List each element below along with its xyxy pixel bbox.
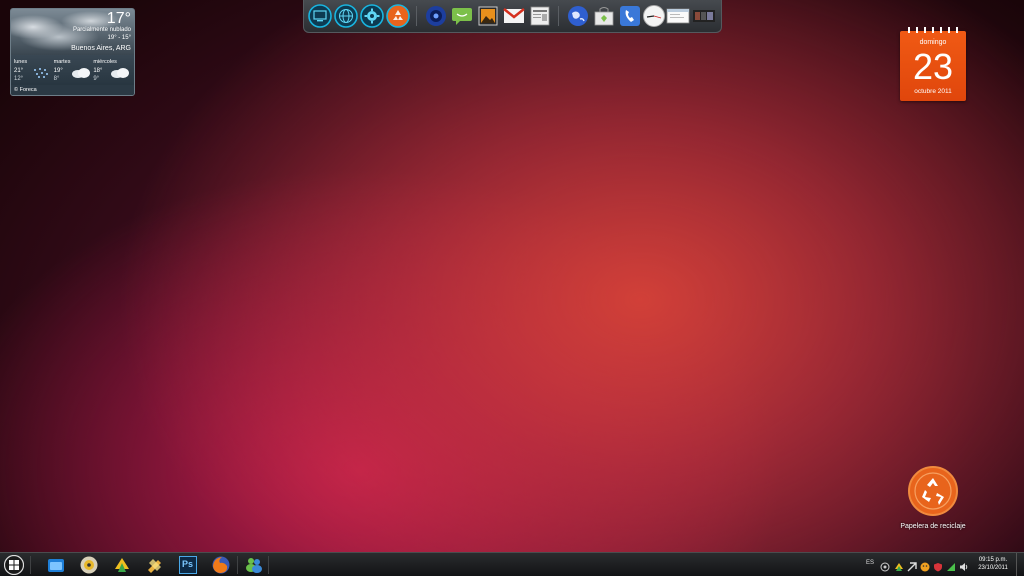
taskbar-separator	[30, 556, 31, 574]
news-icon[interactable]	[528, 4, 552, 28]
calendar-day: 23	[912, 46, 954, 87]
tray-chevron-icon[interactable]	[880, 559, 890, 572]
photos-icon[interactable]	[476, 4, 500, 28]
rain-icon	[34, 68, 48, 78]
top-dock	[303, 0, 722, 33]
forecast-day-name: miércoles	[93, 59, 117, 65]
system-clock[interactable]: 09:15 p.m. 23/10/2011	[975, 556, 1011, 572]
weather-forecast: lunes 21° 12° martes 19° 8° miércoles 18…	[14, 59, 133, 85]
recycle-bin-label: Papelera de reciclaje	[900, 523, 966, 530]
computer-icon[interactable]	[308, 4, 332, 28]
tray-shield-icon[interactable]	[933, 559, 943, 572]
forecast-day: miércoles 18° 9°	[93, 59, 133, 85]
tools-icon[interactable]	[145, 555, 165, 575]
forecast-high: 19°	[53, 68, 63, 74]
window-icon[interactable]	[666, 4, 690, 28]
taskbar-separator	[268, 556, 269, 574]
calendar-month-year: octubre 2011	[914, 88, 952, 95]
forecast-low: 9°	[93, 76, 100, 82]
weather-credit: © Foreca	[11, 85, 134, 95]
calendar-day-of-week: domingo	[919, 39, 947, 46]
weather-city: Buenos Aires, ARG	[71, 45, 131, 52]
weather-condition: Parcialmente nublado	[72, 27, 131, 33]
weather-range: 19° - 15°	[107, 35, 131, 41]
photoshop-label: Ps	[182, 559, 194, 569]
windows-logo-icon	[3, 554, 25, 576]
clock-icon[interactable]	[642, 4, 666, 28]
forecast-day: martes 19° 8°	[54, 59, 94, 85]
messenger-icon[interactable]	[244, 555, 264, 575]
forecast-day-name: lunes	[14, 59, 28, 65]
tray-network-icon[interactable]	[946, 559, 956, 571]
gmail-icon[interactable]	[502, 4, 526, 28]
start-button[interactable]	[3, 554, 25, 576]
volume-icon[interactable]	[959, 559, 969, 571]
forecast-high: 21°	[14, 68, 24, 74]
settings-icon[interactable]	[360, 4, 384, 28]
dock-separator	[558, 6, 559, 26]
browser-globe-icon[interactable]	[566, 4, 590, 28]
media-disc-icon[interactable]	[79, 555, 99, 575]
calendar-rings	[908, 27, 958, 33]
forecast-day: lunes 21° 12°	[14, 59, 54, 85]
clock-date: 23/10/2011	[978, 565, 1008, 571]
globe-icon[interactable]	[334, 4, 358, 28]
clock-time: 09:15 p.m.	[978, 557, 1008, 563]
tray-transfer-icon[interactable]	[907, 559, 917, 572]
film-icon[interactable]	[692, 4, 716, 28]
recycle-bin-shortcut[interactable]: Papelera de reciclaje	[900, 465, 966, 531]
recycle-bin-icon	[908, 466, 958, 516]
cloud-icon	[71, 68, 90, 78]
shopping-bag-icon[interactable]	[592, 4, 616, 28]
show-desktop-button[interactable]	[1016, 553, 1024, 576]
phone-icon[interactable]	[618, 4, 642, 28]
weather-gadget[interactable]: 17° Parcialmente nublado 19° - 15° Bueno…	[10, 8, 135, 96]
weather-temperature: 17°	[106, 10, 131, 27]
taskbar: Ps ES 09:15 p.m. 23/10/2011	[0, 552, 1024, 576]
tray-smiley-icon[interactable]	[920, 559, 930, 572]
chat-icon[interactable]	[450, 4, 474, 28]
recycle-icon[interactable]	[386, 4, 410, 28]
tray-download-icon[interactable]	[894, 559, 904, 571]
forecast-low: 8°	[53, 76, 60, 82]
calendar-gadget[interactable]: domingo 23 octubre 2011	[900, 27, 966, 101]
forecast-low: 12°	[14, 76, 24, 82]
taskbar-separator	[237, 556, 238, 574]
firefox-icon[interactable]	[211, 555, 231, 575]
photoshop-icon[interactable]: Ps	[178, 555, 198, 575]
dock-separator	[416, 6, 417, 26]
cloud-icon	[111, 68, 130, 78]
forecast-high: 18°	[93, 68, 103, 74]
language-indicator[interactable]: ES	[866, 560, 874, 566]
forecast-day-name: martes	[53, 59, 71, 65]
explorer-icon[interactable]	[46, 555, 66, 575]
downloader-icon[interactable]	[112, 555, 132, 575]
media-player-icon[interactable]	[424, 4, 448, 28]
